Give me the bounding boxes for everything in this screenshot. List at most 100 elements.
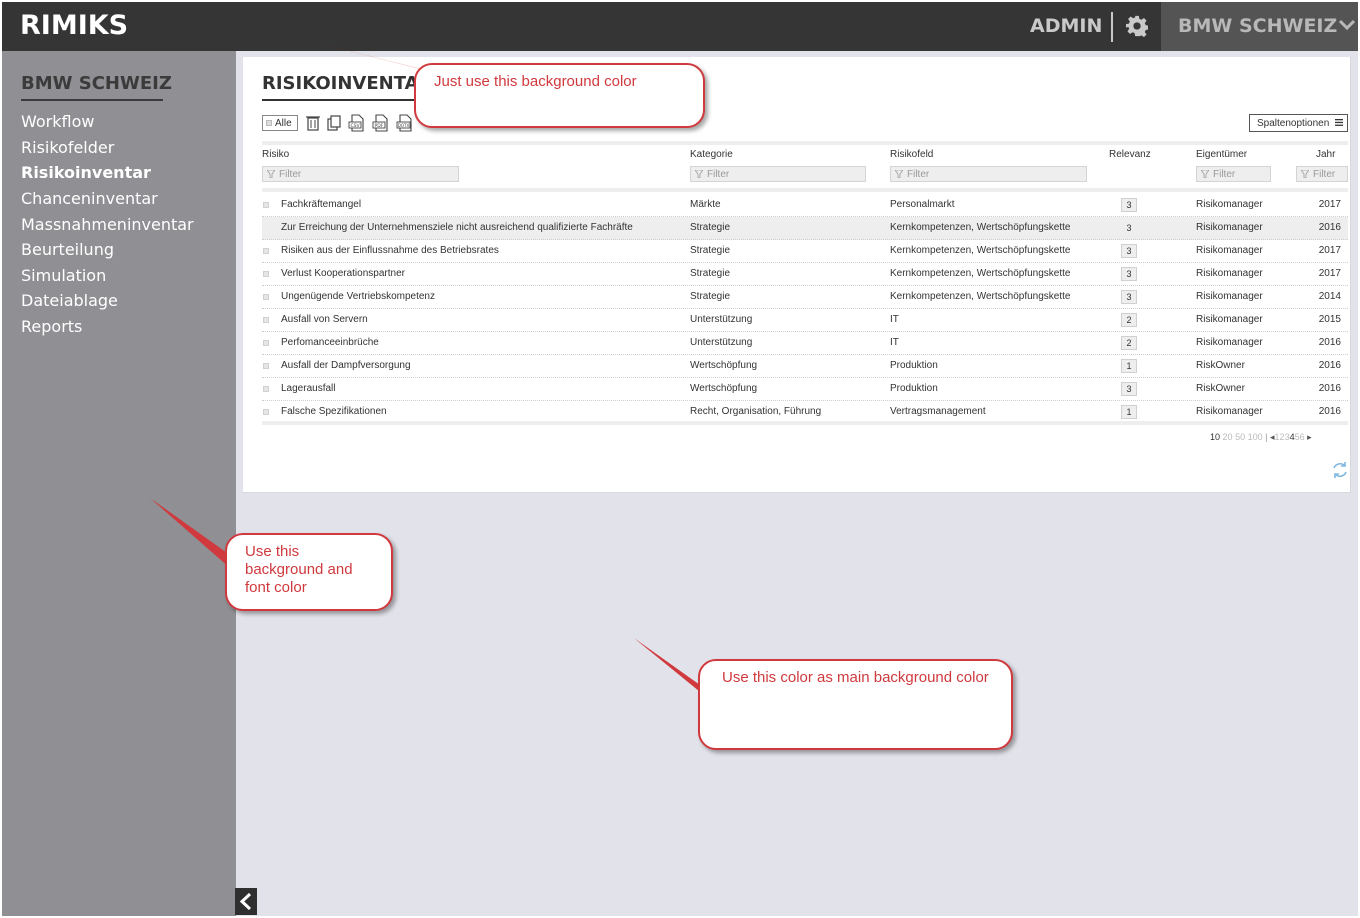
sidebar-item-risikofelder[interactable]: Risikofelder	[21, 138, 114, 157]
client-name: BMW SCHWEIZ	[1178, 15, 1338, 37]
user-name[interactable]: ADMIN	[1030, 15, 1102, 37]
column-options-button[interactable]: Spaltenoptionen	[1249, 114, 1348, 132]
svg-text:CSV: CSV	[351, 123, 361, 129]
table-row[interactable]: Ausfall von Servern Unterstützung IT 2 R…	[262, 309, 1348, 332]
filter-kategorie[interactable]: Filter	[690, 166, 866, 182]
table-row[interactable]: Zur Erreichung der Unternehmensziele nic…	[262, 217, 1348, 240]
row-checkbox[interactable]	[263, 409, 269, 415]
cell-risiko: Verlust Kooperationspartner	[281, 268, 405, 279]
page-size-50[interactable]: 50	[1235, 432, 1245, 442]
table-header-bar	[262, 188, 1348, 192]
annotation-header-bg: Just use this background color	[414, 63, 705, 128]
table-row[interactable]: Risiken aus der Einflussnahme des Betrie…	[262, 240, 1348, 263]
column-header-risiko[interactable]: Risiko	[262, 149, 289, 160]
filter-icon	[267, 170, 275, 178]
filter-jahr[interactable]: Filter	[1296, 166, 1348, 182]
cell-eigentuemer: RiskOwner	[1196, 360, 1245, 371]
row-checkbox[interactable]	[263, 363, 269, 369]
page-6[interactable]: 6	[1300, 432, 1305, 442]
table-row[interactable]: Ausfall der Dampfversorgung Wertschöpfun…	[262, 355, 1348, 378]
column-header-jahr[interactable]: Jahr	[1316, 149, 1335, 160]
sidebar-item-workflow[interactable]: Workflow	[21, 112, 94, 131]
export-docx-icon[interactable]: DOTX	[396, 114, 414, 132]
page-size-20[interactable]: 20	[1223, 432, 1233, 442]
page-size-10[interactable]: 10	[1210, 432, 1220, 442]
filter-risikofeld[interactable]: Filter	[890, 166, 1087, 182]
sidebar-item-reports[interactable]: Reports	[21, 317, 82, 336]
sidebar: BMW SCHWEIZ Workflow Risikofelder Risiko…	[2, 51, 236, 916]
cell-relevanz: 2	[1121, 313, 1137, 327]
row-checkbox[interactable]	[263, 317, 269, 323]
row-checkbox[interactable]	[263, 340, 269, 346]
row-checkbox[interactable]	[263, 271, 269, 277]
column-header-relevanz[interactable]: Relevanz	[1109, 149, 1151, 160]
sidebar-item-chanceninventar[interactable]: Chanceninventar	[21, 189, 158, 208]
cell-kategorie: Unterstützung	[690, 337, 753, 348]
cell-jahr: 2016	[1318, 383, 1341, 394]
next-page-button[interactable]: ▸	[1307, 432, 1312, 442]
cell-relevanz: 1	[1121, 359, 1137, 373]
sidebar-item-risikoinventar[interactable]: Risikoinventar	[21, 163, 151, 182]
page-title: RISIKOINVENTAR	[262, 73, 433, 94]
table-row[interactable]: Fachkräftemangel Märkte Personalmarkt 3 …	[262, 194, 1348, 217]
select-all-button[interactable]: Alle	[262, 115, 298, 131]
row-checkbox[interactable]	[263, 294, 269, 300]
cell-kategorie: Strategie	[690, 222, 731, 233]
sidebar-item-simulation[interactable]: Simulation	[21, 266, 106, 285]
copy-icon[interactable]	[325, 114, 343, 132]
cell-jahr: 2016	[1318, 360, 1341, 371]
cell-risikofeld: Kernkompetenzen, Wertschöpfungskette	[890, 291, 1071, 302]
row-checkbox[interactable]	[263, 202, 269, 208]
cell-relevanz: 3	[1121, 382, 1137, 396]
cell-risikofeld: Vertragsmanagement	[890, 406, 986, 417]
cell-jahr: 2016	[1318, 337, 1341, 348]
sidebar-collapse-button[interactable]	[235, 888, 257, 915]
cell-jahr: 2015	[1318, 314, 1341, 325]
export-pdf-icon[interactable]: PDF	[372, 114, 390, 132]
table-row[interactable]: Lagerausfall Wertschöpfung Produktion 3 …	[262, 378, 1348, 401]
cell-risiko: Zur Erreichung der Unternehmensziele nic…	[281, 222, 633, 233]
cell-risiko: Ausfall der Dampfversorgung	[281, 360, 411, 371]
column-header-risikofeld[interactable]: Risikofeld	[890, 149, 933, 160]
cell-relevanz: 3	[1121, 267, 1137, 281]
filter-placeholder: Filter	[707, 168, 730, 180]
sidebar-item-beurteilung[interactable]: Beurteilung	[21, 240, 114, 259]
filter-eigentuemer[interactable]: Filter	[1196, 166, 1271, 182]
filter-icon	[1301, 170, 1309, 178]
cell-risikofeld: Kernkompetenzen, Wertschöpfungskette	[890, 268, 1071, 279]
cell-jahr: 2017	[1318, 199, 1341, 210]
table-row[interactable]: Ungenügende Vertriebskompetenz Strategie…	[262, 286, 1348, 309]
svg-text:DOTX: DOTX	[398, 123, 410, 128]
row-checkbox[interactable]	[263, 386, 269, 392]
trash-icon[interactable]	[304, 114, 322, 132]
client-selector[interactable]: BMW SCHWEIZ	[1161, 2, 1358, 51]
gear-icon[interactable]	[1126, 15, 1148, 37]
column-options-label: Spaltenoptionen	[1257, 117, 1330, 129]
cell-eigentuemer: Risikomanager	[1196, 291, 1263, 302]
table-row[interactable]: Perfomanceeinbrüche Unterstützung IT 2 R…	[262, 332, 1348, 355]
filter-icon	[1201, 170, 1209, 178]
row-checkbox[interactable]	[263, 248, 269, 254]
refresh-icon[interactable]	[1331, 461, 1349, 479]
cell-relevanz: 1	[1121, 405, 1137, 419]
cell-risiko: Fachkräftemangel	[281, 199, 362, 210]
cell-relevanz: 3	[1121, 290, 1137, 304]
cell-risikofeld: Produktion	[890, 360, 938, 371]
cell-eigentuemer: Risikomanager	[1196, 268, 1263, 279]
select-all-checkbox	[266, 120, 272, 126]
column-header-eigentuemer[interactable]: Eigentümer	[1196, 149, 1247, 160]
pagination: 10 20 50 100 | ◂123456 ▸	[1210, 432, 1312, 442]
cell-jahr: 2017	[1318, 245, 1341, 256]
app-logo[interactable]: RIMIKS	[20, 10, 128, 41]
cell-kategorie: Strategie	[690, 245, 731, 256]
svg-text:PDF: PDF	[375, 123, 384, 129]
column-header-kategorie[interactable]: Kategorie	[690, 149, 733, 160]
export-csv-icon[interactable]: CSV	[348, 114, 366, 132]
page-size-100[interactable]: 100	[1248, 432, 1263, 442]
cell-eigentuemer: Risikomanager	[1196, 245, 1263, 256]
cell-eigentuemer: Risikomanager	[1196, 199, 1263, 210]
sidebar-item-dateiablage[interactable]: Dateiablage	[21, 291, 118, 310]
table-row[interactable]: Verlust Kooperationspartner Strategie Ke…	[262, 263, 1348, 286]
filter-risiko[interactable]: Filter	[262, 166, 459, 182]
sidebar-item-massnahmeninventar[interactable]: Massnahmeninventar	[21, 215, 194, 234]
